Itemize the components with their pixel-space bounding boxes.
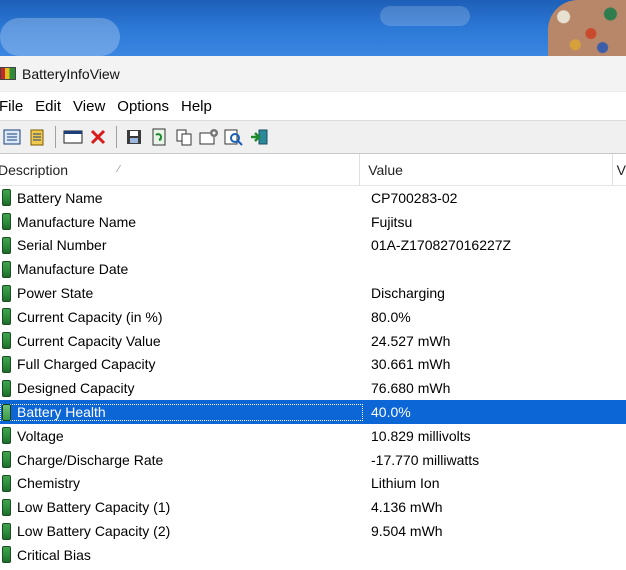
table-row[interactable]: Chemistry Lithium Ion bbox=[0, 472, 626, 496]
row-value: 40.0% bbox=[371, 404, 411, 421]
battery-icon bbox=[2, 355, 11, 373]
row-description: Current Capacity Value bbox=[17, 332, 161, 349]
battery-icon bbox=[2, 498, 11, 516]
row-description: Serial Number bbox=[17, 237, 107, 254]
properties-icon[interactable] bbox=[197, 125, 221, 149]
row-value: 76.680 mWh bbox=[371, 380, 451, 397]
menu-help[interactable]: Help bbox=[181, 98, 218, 115]
table-row[interactable]: Manufacture Name Fujitsu bbox=[0, 210, 626, 234]
table-row[interactable]: Power State Discharging bbox=[0, 281, 626, 305]
row-description: Chemistry bbox=[17, 475, 81, 492]
window-title: BatteryInfoView bbox=[22, 65, 120, 82]
battery-icon bbox=[2, 332, 11, 350]
row-description: Designed Capacity bbox=[17, 380, 135, 397]
menu-edit[interactable]: Edit bbox=[35, 98, 67, 115]
table-row[interactable]: Battery Name CP700283-02 bbox=[0, 186, 626, 210]
toolbar-separator bbox=[116, 126, 117, 148]
battery-icon bbox=[2, 260, 11, 278]
table-row[interactable]: Manufacture Date bbox=[0, 257, 626, 281]
toolbar-separator bbox=[55, 126, 56, 148]
row-value: CP700283-02 bbox=[371, 189, 458, 206]
row-description: Manufacture Name bbox=[17, 213, 137, 230]
row-value: 10.829 millivolts bbox=[371, 427, 471, 444]
delete-icon[interactable] bbox=[86, 125, 110, 149]
row-description: Power State bbox=[17, 285, 94, 302]
menu-options[interactable]: Options bbox=[117, 98, 175, 115]
row-value: 4.136 mWh bbox=[371, 499, 443, 516]
row-value: Fujitsu bbox=[371, 213, 413, 230]
cloud-decoration bbox=[0, 18, 120, 56]
save-icon[interactable] bbox=[122, 125, 146, 149]
battery-list-icon[interactable] bbox=[25, 125, 49, 149]
row-value: 24.527 mWh bbox=[371, 332, 451, 349]
menu-bar: File Edit View Options Help bbox=[0, 92, 626, 120]
battery-icon bbox=[2, 308, 11, 326]
table-row[interactable]: Serial Number 01A-Z170827016227Z bbox=[0, 234, 626, 258]
copy-icon[interactable] bbox=[172, 125, 196, 149]
column-header-description-label: Description bbox=[0, 161, 69, 178]
table-row[interactable]: Full Charged Capacity 30.661 mWh bbox=[0, 353, 626, 377]
table-row[interactable]: Designed Capacity 76.680 mWh bbox=[0, 376, 626, 400]
row-description: Charge/Discharge Rate bbox=[17, 451, 164, 468]
sort-arrow-icon: ⁄ bbox=[118, 164, 120, 175]
battery-icon bbox=[2, 474, 11, 492]
row-value: 01A-Z170827016227Z bbox=[371, 237, 512, 254]
column-header-value[interactable]: Value bbox=[360, 153, 613, 186]
battery-icon bbox=[2, 379, 11, 397]
column-header-extra-label: V bbox=[616, 161, 626, 178]
battery-info-table: Description ⁄ Value V Battery Name CP700… bbox=[0, 153, 626, 567]
row-value: Discharging bbox=[371, 285, 445, 302]
row-description: Voltage bbox=[17, 427, 64, 444]
table-row[interactable]: Critical Bias bbox=[0, 543, 626, 567]
battery-icon bbox=[2, 546, 11, 564]
battery-icon bbox=[2, 189, 11, 207]
table-row[interactable]: Current Capacity (in %) 80.0% bbox=[0, 305, 626, 329]
table-row[interactable]: Low Battery Capacity (2) 9.504 mWh bbox=[0, 519, 626, 543]
column-header-extra[interactable]: V bbox=[613, 154, 626, 186]
table-row[interactable]: Low Battery Capacity (1) 4.136 mWh bbox=[0, 495, 626, 519]
row-description: Critical Bias bbox=[17, 546, 91, 563]
column-header-description[interactable]: Description ⁄ bbox=[0, 153, 361, 186]
wallpaper-mosaic bbox=[548, 0, 626, 56]
table-row[interactable]: Charge/Discharge Rate -17.770 milliwatts bbox=[0, 448, 626, 472]
desktop-background bbox=[0, 0, 626, 56]
table-row[interactable]: Voltage 10.829 millivolts bbox=[0, 424, 626, 448]
exit-icon[interactable] bbox=[247, 125, 271, 149]
row-description: Manufacture Date bbox=[17, 261, 129, 278]
menu-view[interactable]: View bbox=[73, 98, 111, 115]
row-value: 9.504 mWh bbox=[371, 523, 443, 540]
battery-icon bbox=[2, 451, 11, 469]
battery-icon bbox=[2, 236, 11, 254]
battery-icon bbox=[2, 522, 11, 540]
row-description: Current Capacity (in %) bbox=[17, 308, 163, 325]
row-value: 30.661 mWh bbox=[371, 356, 451, 373]
row-value: -17.770 milliwatts bbox=[371, 451, 480, 468]
app-icon bbox=[0, 67, 16, 80]
cloud-decoration bbox=[380, 6, 470, 26]
toolbar bbox=[0, 120, 626, 154]
row-value: Lithium Ion bbox=[371, 475, 440, 492]
window-icon[interactable] bbox=[61, 125, 85, 149]
column-header-value-label: Value bbox=[368, 161, 403, 178]
battery-icon bbox=[2, 284, 11, 302]
menu-file[interactable]: File bbox=[0, 98, 29, 115]
battery-icon bbox=[2, 213, 11, 231]
table-row-selected[interactable]: Battery Health 40.0% bbox=[0, 400, 626, 424]
row-description: Full Charged Capacity bbox=[17, 356, 156, 373]
row-description: Low Battery Capacity (2) bbox=[17, 523, 171, 540]
find-icon[interactable] bbox=[222, 125, 246, 149]
row-description: Battery Health bbox=[17, 404, 106, 421]
table-row[interactable]: Current Capacity Value 24.527 mWh bbox=[0, 329, 626, 353]
row-description: Battery Name bbox=[17, 189, 103, 206]
battery-icon bbox=[2, 427, 11, 445]
properties-view-icon[interactable] bbox=[0, 125, 24, 149]
row-description: Low Battery Capacity (1) bbox=[17, 499, 171, 516]
refresh-icon[interactable] bbox=[147, 125, 171, 149]
table-header: Description ⁄ Value V bbox=[0, 153, 626, 186]
title-bar: BatteryInfoView bbox=[0, 56, 626, 92]
battery-icon bbox=[2, 403, 11, 421]
row-value: 80.0% bbox=[371, 308, 411, 325]
